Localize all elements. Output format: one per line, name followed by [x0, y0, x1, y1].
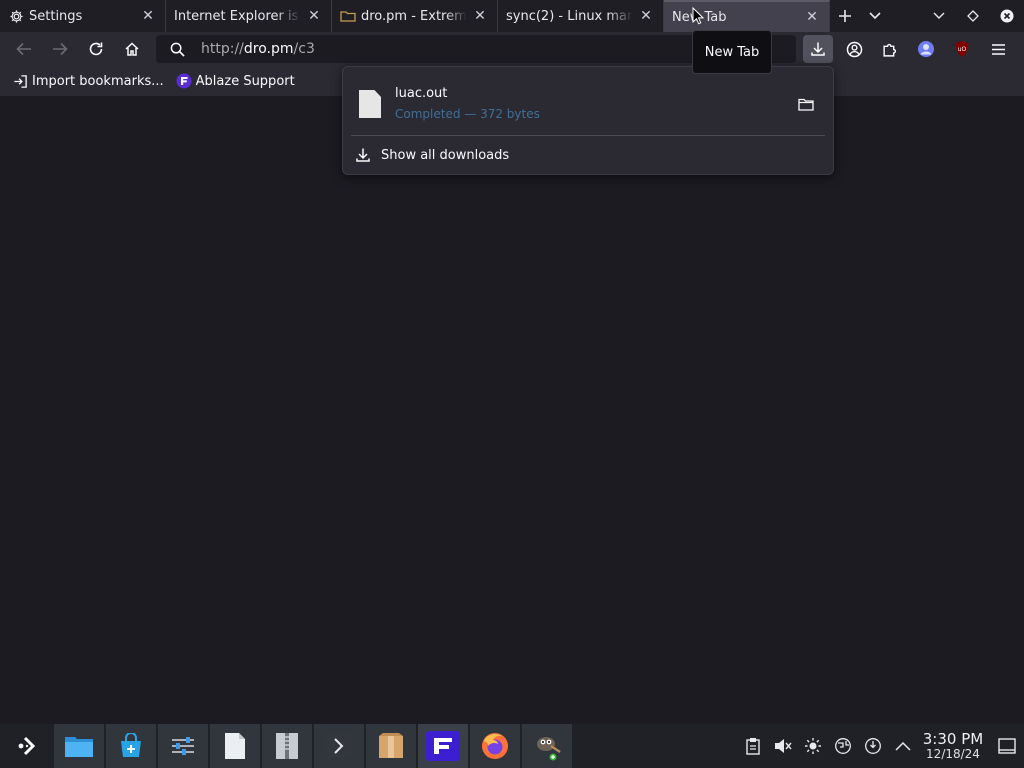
- clock-date: 12/18/24: [926, 747, 980, 761]
- network-icon[interactable]: [828, 724, 858, 768]
- close-icon[interactable]: ✕: [139, 7, 157, 25]
- bookmark-ablaze-support[interactable]: Ablaze Support: [176, 73, 295, 89]
- mouse-cursor-icon: [692, 7, 704, 25]
- file-manager-icon[interactable]: [54, 724, 104, 768]
- ublock-origin-icon[interactable]: uO: [944, 32, 980, 66]
- text-file-icon[interactable]: [210, 724, 260, 768]
- brightness-icon[interactable]: [798, 724, 828, 768]
- forward-button[interactable]: [42, 32, 78, 66]
- downloads-button[interactable]: [803, 35, 833, 63]
- file-icon: [359, 90, 381, 118]
- bookmark-label: Import bookmarks...: [32, 73, 164, 89]
- ablaze-icon: [176, 73, 192, 89]
- bookmark-label: Ablaze Support: [195, 73, 295, 89]
- url-host: dro.pm: [243, 41, 294, 57]
- download-item[interactable]: luac.out Completed — 372 bytes: [351, 75, 825, 133]
- reload-button[interactable]: [78, 32, 114, 66]
- ablaze-app-icon[interactable]: [418, 724, 468, 768]
- dro-pm-icon: [340, 8, 356, 24]
- toolbar-right: uO: [800, 32, 1016, 66]
- svg-text:uO: uO: [958, 46, 967, 53]
- download-filename: luac.out: [395, 86, 448, 101]
- tab-internet-explorer[interactable]: Internet Explorer is E ✕: [166, 0, 332, 32]
- terminal-icon[interactable]: [314, 724, 364, 768]
- back-button[interactable]: [6, 32, 42, 66]
- updates-icon[interactable]: [858, 724, 888, 768]
- package-icon[interactable]: [366, 724, 416, 768]
- list-tabs-button[interactable]: [860, 0, 890, 32]
- show-all-downloads-button[interactable]: Show all downloads: [355, 143, 509, 167]
- close-icon[interactable]: ✕: [803, 8, 821, 26]
- tab-label: sync(2) - Linux manu: [506, 8, 633, 24]
- account-icon[interactable]: [836, 32, 872, 66]
- app-store-icon[interactable]: [106, 724, 156, 768]
- tab-label: dro.pm - Extreme: [361, 8, 467, 24]
- settings-mixer-icon[interactable]: [158, 724, 208, 768]
- close-window-button[interactable]: [990, 0, 1024, 32]
- gimp-icon[interactable]: [522, 724, 572, 768]
- taskbar: 3:30 PM 12/18/24: [0, 724, 1024, 768]
- divider: [351, 135, 825, 136]
- clipboard-icon[interactable]: [738, 724, 768, 768]
- extensions-icon[interactable]: [872, 32, 908, 66]
- show-desktop-button[interactable]: [992, 724, 1022, 768]
- tab-label: Internet Explorer is E: [174, 8, 301, 24]
- gear-icon: [8, 8, 24, 24]
- downloads-panel: luac.out Completed — 372 bytes Show all …: [342, 66, 834, 175]
- url-path: /c3: [293, 41, 315, 57]
- tab-label: Settings: [29, 8, 83, 24]
- folder-icon[interactable]: [791, 89, 821, 119]
- clock-time: 3:30 PM: [922, 730, 984, 748]
- chevron-up-icon[interactable]: [888, 724, 918, 768]
- tab-dro-pm[interactable]: dro.pm - Extreme ✕: [332, 0, 498, 32]
- new-tab-button[interactable]: [830, 0, 860, 32]
- app-launcher-button[interactable]: [0, 724, 54, 768]
- maximize-button[interactable]: [956, 0, 990, 32]
- volume-muted-icon[interactable]: [768, 724, 798, 768]
- close-icon[interactable]: ✕: [637, 7, 655, 25]
- menu-icon[interactable]: [980, 32, 1016, 66]
- download-status: Completed — 372 bytes: [395, 107, 540, 121]
- close-icon[interactable]: ✕: [471, 7, 489, 25]
- import-icon: [12, 73, 28, 89]
- tab-settings[interactable]: Settings ✕: [0, 0, 166, 32]
- home-button[interactable]: [114, 32, 150, 66]
- search-icon: [166, 42, 188, 57]
- tab-strip: Settings ✕ Internet Explorer is E ✕ dro.…: [0, 0, 1024, 32]
- page-content: [0, 96, 1024, 724]
- url-prefix: http://: [201, 41, 244, 57]
- minimize-button[interactable]: [922, 0, 956, 32]
- tab-new-tab[interactable]: New Tab ✕: [664, 0, 830, 32]
- profile-avatar-icon[interactable]: [908, 32, 944, 66]
- clock[interactable]: 3:30 PM 12/18/24: [920, 731, 986, 761]
- navigation-toolbar: http://dro.pm/c3 uO: [0, 32, 1024, 66]
- show-all-downloads-label: Show all downloads: [381, 147, 510, 163]
- tab-sync-manual[interactable]: sync(2) - Linux manu ✕: [498, 0, 664, 32]
- close-icon[interactable]: ✕: [305, 7, 323, 25]
- tab-tooltip: New Tab: [692, 30, 772, 74]
- download-icon: [355, 147, 373, 163]
- bookmark-import[interactable]: Import bookmarks...: [12, 73, 164, 89]
- archive-icon[interactable]: [262, 724, 312, 768]
- system-tray: 3:30 PM 12/18/24: [738, 724, 1024, 768]
- firefox-icon[interactable]: [470, 724, 520, 768]
- window-controls: [922, 0, 1024, 32]
